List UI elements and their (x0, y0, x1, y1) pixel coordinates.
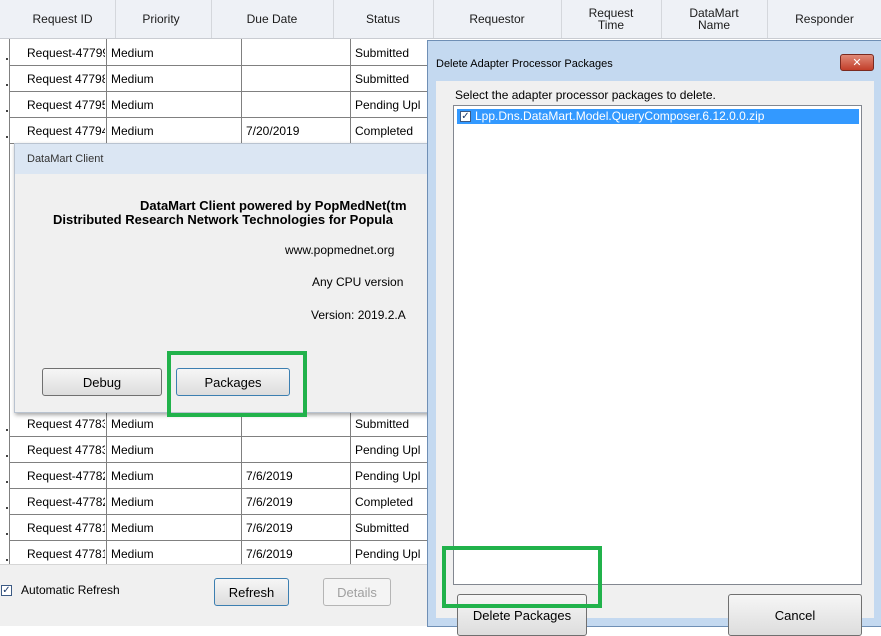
priority-cell: Medium (111, 98, 154, 112)
about-line-2: Distributed Research Network Technologie… (53, 212, 393, 227)
column-label: Responder (795, 12, 854, 26)
status-cell: Submitted (355, 72, 410, 86)
priority-cell: Medium (111, 124, 154, 138)
cancel-label: Cancel (774, 607, 816, 623)
delete-packages-label: Delete Packages (472, 607, 572, 623)
due-date-cell: 7/20/2019 (246, 124, 300, 138)
priority-cell: Medium (111, 46, 154, 60)
status-cell: Completed (355, 124, 414, 138)
priority-cell: Medium (111, 72, 154, 86)
packages-highlight (167, 351, 307, 417)
column-header-request-time[interactable]: Request Time (562, 0, 660, 38)
column-header-due-date[interactable]: Due Date (212, 0, 332, 38)
about-line-1: DataMart Client powered by PopMedNet(tm (140, 198, 407, 213)
table-row[interactable]: Request-47782 Medium 7/6/2019 Pending Upl (0, 463, 430, 489)
refresh-button[interactable]: Refresh (214, 578, 289, 606)
row-selector-mark (6, 110, 8, 112)
details-label: Details (337, 584, 377, 600)
request-id-cell: Request-47782 (27, 495, 105, 509)
row-selector-mark (6, 429, 8, 431)
priority-cell: Medium (111, 521, 154, 535)
request-id-cell: Request 47781 (27, 521, 105, 535)
column-label: Status (365, 12, 401, 26)
about-cpu: Any CPU version (312, 275, 404, 289)
due-date-cell (246, 92, 348, 118)
delete-packages-highlight (442, 546, 602, 608)
status-cell: Pending Upl (355, 98, 421, 112)
row-selector-mark (6, 507, 8, 509)
column-label: Requestor (469, 12, 525, 26)
about-dialog-title: DataMart Client (15, 144, 431, 174)
request-id-cell: Request-47799 (27, 46, 105, 60)
request-id-cell: Request 47794 (27, 124, 105, 138)
automatic-refresh-checkbox[interactable]: ✓ (1, 585, 12, 596)
priority-cell: Medium (111, 443, 154, 457)
due-date-cell (246, 437, 348, 463)
table-row[interactable]: Request-47799 Medium Submitted (0, 40, 430, 66)
row-selector-mark (6, 481, 8, 483)
bottom-toolbar: ✓ Automatic Refresh Refresh Details (0, 564, 430, 626)
details-button[interactable]: Details (323, 578, 391, 606)
table-row[interactable]: Request 47794 Medium 7/20/2019 Completed (0, 118, 430, 144)
status-cell: Pending Upl (355, 443, 421, 457)
debug-button[interactable]: Debug (42, 368, 162, 396)
refresh-label: Refresh (228, 584, 275, 600)
package-checkbox[interactable]: ✓ (460, 111, 471, 122)
delete-instruction: Select the adapter processor packages to… (455, 88, 716, 102)
priority-cell: Medium (111, 469, 154, 483)
row-selector-mark (6, 84, 8, 86)
column-label: DataMart Name (689, 6, 739, 32)
about-website[interactable]: www.popmednet.org (285, 243, 394, 257)
request-id-cell: Request 47783 (27, 443, 105, 457)
status-cell: Submitted (355, 46, 410, 60)
grid-header: Request ID Priority Due Date Status Requ… (0, 0, 881, 39)
column-header-requestor[interactable]: Requestor (434, 0, 560, 38)
debug-label: Debug (82, 374, 122, 390)
package-name: Lpp.Dns.DataMart.Model.QueryComposer.6.1… (475, 109, 765, 123)
column-label: Priority (142, 12, 180, 26)
column-header-status[interactable]: Status (334, 0, 432, 38)
row-selector-mark (6, 455, 8, 457)
column-label: Request Time (588, 6, 634, 32)
cancel-button[interactable]: Cancel (728, 594, 862, 636)
column-header-datamart-name[interactable]: DataMart Name (662, 0, 766, 38)
close-icon[interactable]: ✕ (840, 54, 874, 71)
package-list[interactable]: ✓ Lpp.Dns.DataMart.Model.QueryComposer.6… (453, 105, 862, 585)
status-cell: Submitted (355, 521, 410, 535)
table-row[interactable]: Request 47781 Medium 7/6/2019 Submitted (0, 515, 430, 541)
row-selector-mark (6, 136, 8, 138)
due-date-cell: 7/6/2019 (246, 469, 293, 483)
request-id-cell: Request-47782 (27, 469, 105, 483)
package-list-item[interactable]: ✓ Lpp.Dns.DataMart.Model.QueryComposer.6… (457, 109, 859, 124)
request-id-cell: Request 47798 (27, 72, 105, 86)
priority-cell: Medium (111, 495, 154, 509)
delete-packages-dialog: Delete Adapter Processor Packages ✕ Sele… (427, 40, 881, 636)
column-header-responder[interactable]: Responder (768, 0, 881, 38)
table-row[interactable]: Request 47795 Medium Pending Upl (0, 92, 430, 118)
table-row[interactable]: Request 47783 Medium Pending Upl (0, 437, 430, 463)
due-date-cell (246, 66, 348, 92)
request-id-cell: Request 47783 (27, 417, 105, 431)
column-header-priority[interactable]: Priority (116, 0, 206, 38)
request-id-cell: Request 47795 (27, 98, 105, 112)
about-version: Version: 2019.2.A (311, 308, 406, 322)
table-row[interactable]: Request-47782 Medium 7/6/2019 Completed (0, 489, 430, 515)
due-date-cell: 7/6/2019 (246, 521, 293, 535)
row-selector-mark (6, 559, 8, 561)
status-cell: Submitted (355, 417, 410, 431)
due-date-cell: 7/6/2019 (246, 495, 293, 509)
table-row[interactable]: Request 47798 Medium Submitted (0, 66, 430, 92)
row-selector-mark (6, 58, 8, 60)
row-selector-mark (6, 533, 8, 535)
due-date-cell (246, 40, 348, 66)
delete-dialog-body: Select the adapter processor packages to… (436, 81, 874, 636)
column-label: Due Date (246, 12, 298, 26)
status-cell: Completed (355, 495, 414, 509)
delete-dialog-title: Delete Adapter Processor Packages (436, 58, 613, 70)
automatic-refresh-label: Automatic Refresh (21, 583, 120, 597)
status-cell: Pending Upl (355, 469, 421, 483)
column-header-request-id[interactable]: Request ID (10, 0, 115, 38)
column-label: Request ID (32, 12, 93, 26)
